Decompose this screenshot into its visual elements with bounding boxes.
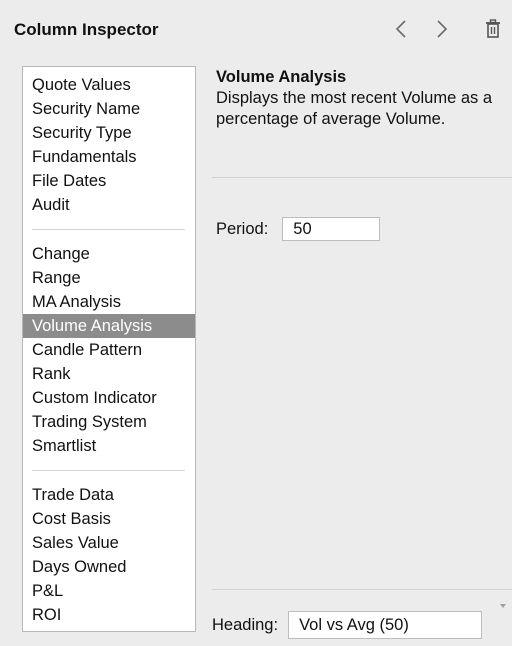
period-input[interactable]: 50 bbox=[282, 217, 381, 241]
chevron-right-icon bbox=[437, 20, 448, 38]
column-type-list[interactable]: Quote Values Security Name Security Type… bbox=[22, 66, 196, 632]
list-item-security-name[interactable]: Security Name bbox=[23, 97, 195, 121]
forward-button[interactable] bbox=[427, 14, 457, 44]
period-label: Period: bbox=[216, 219, 269, 238]
list-item-audit[interactable]: Audit bbox=[23, 193, 195, 217]
list-item-fundamentals[interactable]: Fundamentals bbox=[23, 145, 195, 169]
chevron-left-icon bbox=[395, 20, 406, 38]
list-item-range[interactable]: Range bbox=[23, 266, 195, 290]
heading-row: Heading: Vol vs Avg (50) bbox=[212, 610, 483, 640]
list-item-days-owned[interactable]: Days Owned bbox=[23, 555, 195, 579]
list-group-analysis: Change Range MA Analysis Volume Analysis… bbox=[23, 242, 195, 458]
detail-description: Displays the most recent Volume as a per… bbox=[216, 89, 493, 128]
list-item-ma-analysis[interactable]: MA Analysis bbox=[23, 290, 195, 314]
list-item-smartlist[interactable]: Smartlist bbox=[23, 434, 195, 458]
back-button[interactable] bbox=[386, 14, 416, 44]
delete-button[interactable] bbox=[478, 14, 508, 44]
list-item-trade-data[interactable]: Trade Data bbox=[23, 483, 195, 507]
list-divider bbox=[32, 470, 185, 471]
list-divider bbox=[32, 229, 185, 230]
detail-panel: Volume Analysis Displays the most recent… bbox=[212, 66, 512, 130]
list-group-security: Quote Values Security Name Security Type… bbox=[23, 73, 195, 217]
list-item-custom-indicator[interactable]: Custom Indicator bbox=[23, 386, 195, 410]
list-item-security-type[interactable]: Security Type bbox=[23, 121, 195, 145]
heading-label: Heading: bbox=[212, 615, 279, 634]
heading-input[interactable]: Vol vs Avg (50) bbox=[288, 611, 483, 639]
list-item-pl[interactable]: P&L bbox=[23, 579, 195, 603]
list-item-candle-pattern[interactable]: Candle Pattern bbox=[23, 338, 195, 362]
list-item-quote-values[interactable]: Quote Values bbox=[23, 73, 195, 97]
list-item-trading-system[interactable]: Trading System bbox=[23, 410, 195, 434]
panel-title: Column Inspector bbox=[14, 20, 159, 39]
list-item-rank[interactable]: Rank bbox=[23, 362, 195, 386]
detail-divider bbox=[212, 177, 512, 178]
trash-icon bbox=[486, 19, 500, 38]
period-row: Period: 50 bbox=[216, 216, 381, 242]
footer-divider bbox=[212, 589, 512, 590]
list-item-sales-value[interactable]: Sales Value bbox=[23, 531, 195, 555]
list-item-change[interactable]: Change bbox=[23, 242, 195, 266]
inspector-header: Column Inspector bbox=[0, 0, 512, 56]
list-item-file-dates[interactable]: File Dates bbox=[23, 169, 195, 193]
list-item-cost-basis[interactable]: Cost Basis bbox=[23, 507, 195, 531]
list-item-roi[interactable]: ROI bbox=[23, 603, 195, 627]
detail-title: Volume Analysis bbox=[216, 68, 347, 86]
list-item-volume-analysis[interactable]: Volume Analysis bbox=[23, 314, 195, 338]
heading-dropdown-icon[interactable] bbox=[500, 604, 506, 608]
list-group-trade: Trade Data Cost Basis Sales Value Days O… bbox=[23, 483, 195, 627]
